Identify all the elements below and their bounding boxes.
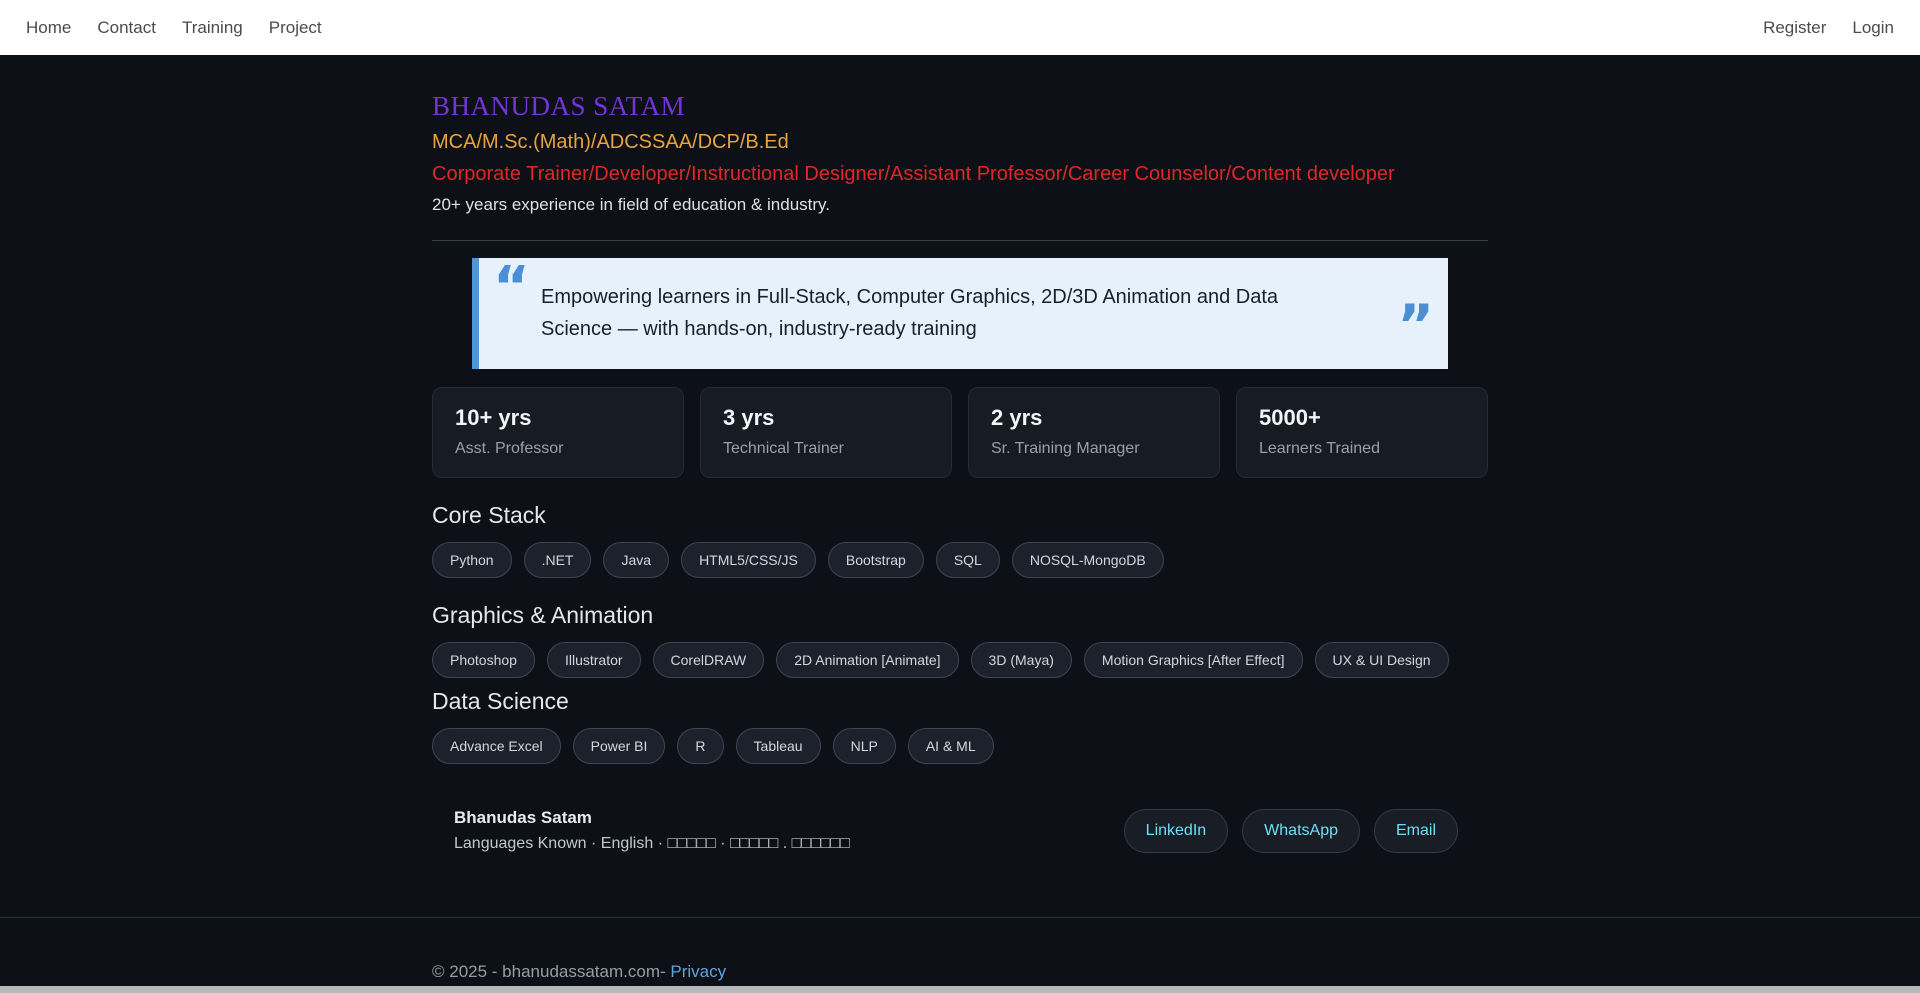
skill-tag: Bootstrap (828, 542, 924, 578)
copyright-text: © 2025 - bhanudassatam.com- (432, 962, 666, 981)
copyright-line: © 2025 - bhanudassatam.com- Privacy (432, 918, 1488, 982)
stat-label: Technical Trainer (723, 440, 929, 458)
page-footer: © 2025 - bhanudassatam.com- Privacy (0, 917, 1920, 982)
contact-info: Bhanudas Satam Languages Known · English… (454, 808, 850, 853)
stat-label: Asst. Professor (455, 440, 661, 458)
mission-quote: “ Empowering learners in Full-Stack, Com… (472, 258, 1448, 369)
graphics-animation-section: Graphics & Animation Photoshop Illustrat… (432, 602, 1488, 678)
core-stack-title: Core Stack (432, 502, 1488, 529)
contact-row: Bhanudas Satam Languages Known · English… (432, 808, 1488, 853)
stat-label: Learners Trained (1259, 440, 1465, 458)
stat-label: Sr. Training Manager (991, 440, 1197, 458)
nav-link[interactable]: Training (182, 18, 243, 38)
open-quote-icon: “ (493, 260, 530, 316)
stat-card: 10+ yrs Asst. Professor (432, 387, 684, 478)
contact-languages: Languages Known · English · □□□□□ · □□□□… (454, 835, 850, 853)
stat-value: 2 yrs (991, 405, 1197, 431)
skill-tag: NLP (833, 728, 896, 764)
skill-tag: Illustrator (547, 642, 641, 678)
contact-name: Bhanudas Satam (454, 808, 850, 828)
hero-credentials: MCA/M.Sc.(Math)/ADCSSAA/DCP/B.Ed (432, 131, 1488, 154)
core-stack-section: Core Stack Python .NET Java HTML5/CSS/JS… (432, 502, 1488, 578)
stat-card: 5000+ Learners Trained (1236, 387, 1488, 478)
skill-tag: SQL (936, 542, 1000, 578)
auth-link[interactable]: Login (1852, 18, 1894, 38)
contact-buttons: LinkedIn WhatsApp Email (1124, 809, 1458, 853)
graphics-animation-title: Graphics & Animation (432, 602, 1488, 629)
stats-row: 10+ yrs Asst. Professor 3 yrs Technical … (432, 387, 1488, 478)
stat-card: 2 yrs Sr. Training Manager (968, 387, 1220, 478)
skill-tag: CorelDRAW (653, 642, 765, 678)
quote-text: Empowering learners in Full-Stack, Compu… (541, 282, 1338, 345)
skill-tag: R (677, 728, 723, 764)
data-science-title: Data Science (432, 688, 1488, 715)
skill-tag: HTML5/CSS/JS (681, 542, 816, 578)
auth-link[interactable]: Register (1763, 18, 1826, 38)
stat-value: 5000+ (1259, 405, 1465, 431)
skill-tag: 2D Animation [Animate] (776, 642, 958, 678)
hero-roles: Corporate Trainer/Developer/Instructiona… (432, 163, 1488, 186)
stat-value: 10+ yrs (455, 405, 661, 431)
horizontal-scrollbar[interactable] (0, 986, 1920, 993)
skill-tag: Tableau (736, 728, 821, 764)
data-science-tags: Advance Excel Power BI R Tableau NLP AI … (432, 728, 1488, 764)
stat-card: 3 yrs Technical Trainer (700, 387, 952, 478)
skill-tag: Motion Graphics [After Effect] (1084, 642, 1303, 678)
navbar-left-links: Home Contact Training Project (26, 18, 322, 38)
skill-tag: Power BI (573, 728, 666, 764)
contact-button[interactable]: Email (1374, 809, 1458, 853)
stat-value: 3 yrs (723, 405, 929, 431)
skill-tag: Java (603, 542, 669, 578)
privacy-link[interactable]: Privacy (670, 962, 726, 981)
contact-button[interactable]: WhatsApp (1242, 809, 1360, 853)
navbar-right-links: Register Login (1763, 18, 1894, 38)
skill-tag: AI & ML (908, 728, 994, 764)
skill-tag: 3D (Maya) (971, 642, 1072, 678)
top-navbar: Home Contact Training Project Register L… (0, 0, 1920, 55)
main-content: BHANUDAS SATAM MCA/M.Sc.(Math)/ADCSSAA/D… (432, 55, 1488, 853)
skill-tag: UX & UI Design (1315, 642, 1449, 678)
nav-link[interactable]: Contact (97, 18, 156, 38)
hero-divider (432, 240, 1488, 241)
skill-tag: Photoshop (432, 642, 535, 678)
skill-tag: NOSQL-MongoDB (1012, 542, 1164, 578)
hero-experience: 20+ years experience in field of educati… (432, 195, 1488, 215)
core-stack-tags: Python .NET Java HTML5/CSS/JS Bootstrap … (432, 542, 1488, 578)
skill-tag: Advance Excel (432, 728, 561, 764)
nav-link[interactable]: Home (26, 18, 71, 38)
page-title: BHANUDAS SATAM (432, 91, 1488, 122)
skill-tag: .NET (524, 542, 592, 578)
hero-section: BHANUDAS SATAM MCA/M.Sc.(Math)/ADCSSAA/D… (432, 55, 1488, 215)
data-science-section: Data Science Advance Excel Power BI R Ta… (432, 688, 1488, 764)
close-quote-icon: ” (1397, 298, 1434, 354)
graphics-animation-tags: Photoshop Illustrator CorelDRAW 2D Anima… (432, 642, 1488, 678)
skill-tag: Python (432, 542, 512, 578)
contact-button[interactable]: LinkedIn (1124, 809, 1229, 853)
nav-link[interactable]: Project (269, 18, 322, 38)
